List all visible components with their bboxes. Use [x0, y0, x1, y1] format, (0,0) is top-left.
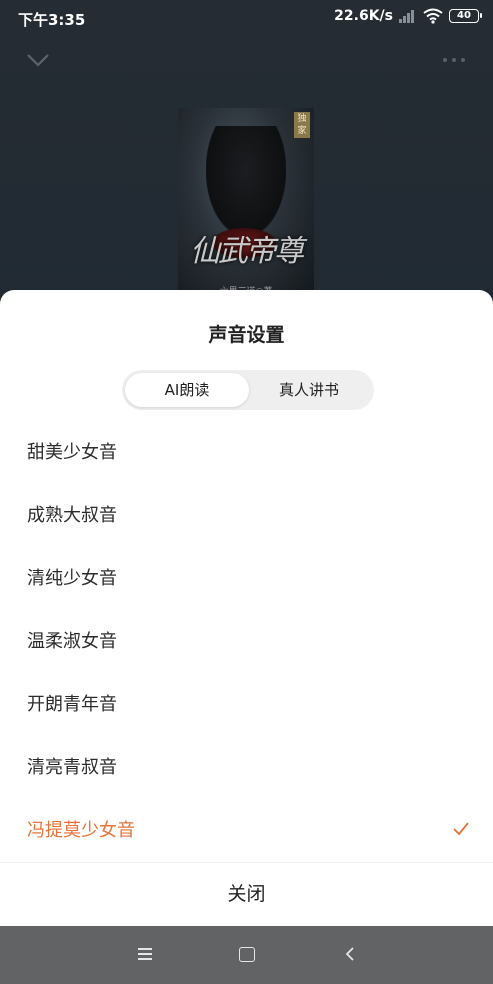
voice-type-switch: AI朗读 真人讲书	[122, 370, 374, 410]
status-time: 下午3:35	[18, 11, 86, 29]
network-speed: 22.6K/s	[334, 8, 393, 24]
more-icon[interactable]	[443, 58, 465, 62]
tab-ai-reading[interactable]: AI朗读	[125, 373, 249, 407]
status-bar: 下午3:35 22.6K/s 40	[0, 0, 493, 36]
voice-settings-sheet: 声音设置 AI朗读 真人讲书 甜美少女音 成熟大叔音 清纯少女音 温柔淑女音 开…	[0, 290, 493, 926]
voice-option[interactable]: 甜美少女音	[0, 421, 493, 484]
sheet-title: 声音设置	[208, 324, 285, 346]
wifi-icon	[423, 8, 443, 24]
book-cover: 独家 仙武帝尊 六界三道◎著	[178, 108, 314, 298]
voice-option-selected[interactable]: 冯提莫少女音	[0, 799, 493, 862]
menu-icon[interactable]	[138, 948, 152, 960]
voice-option[interactable]: 清纯少女音	[0, 547, 493, 610]
voice-list: 甜美少女音 成熟大叔音 清纯少女音 温柔淑女音 开朗青年音 清亮青叔音 冯提莫少…	[0, 421, 493, 862]
home-icon[interactable]	[239, 947, 255, 962]
chevron-down-icon[interactable]	[26, 52, 50, 68]
voice-option[interactable]: 成熟大叔音	[0, 484, 493, 547]
battery-icon: 40	[449, 9, 482, 23]
voice-option[interactable]: 温柔淑女音	[0, 610, 493, 673]
status-indicators: 22.6K/s 40	[334, 8, 482, 24]
close-button[interactable]: 关闭	[0, 863, 493, 926]
cover-figure	[206, 126, 286, 236]
cover-tag: 独家	[294, 112, 310, 138]
voice-option[interactable]: 开朗青年音	[0, 673, 493, 736]
voice-option-label: 冯提莫少女音	[27, 820, 135, 841]
navigation-bar	[0, 926, 493, 984]
check-icon	[453, 822, 469, 836]
signal-icon	[399, 9, 417, 23]
cover-title: 仙武帝尊	[190, 234, 304, 269]
back-icon[interactable]	[344, 946, 356, 962]
voice-option[interactable]: 清亮青叔音	[0, 736, 493, 799]
tab-human-reading[interactable]: 真人讲书	[247, 373, 371, 407]
